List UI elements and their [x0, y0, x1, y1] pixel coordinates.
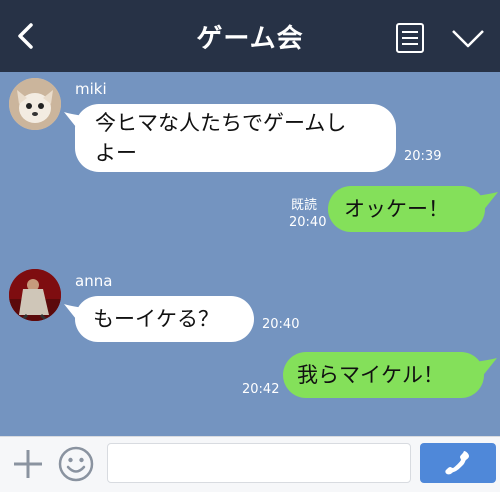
avatar-anna[interactable] [9, 269, 61, 321]
sender-name: miki [75, 80, 107, 98]
bubble-tail [475, 358, 497, 378]
message-input-bar [0, 436, 500, 492]
message-text: もーイケる？ [93, 307, 219, 331]
sender-name: anna [75, 272, 113, 290]
call-button[interactable] [420, 443, 496, 483]
chevron-down-icon[interactable] [450, 26, 486, 50]
message-bubble-outgoing[interactable]: オッケー！ [328, 186, 485, 232]
person-avatar-icon [9, 269, 61, 321]
message-list[interactable]: miki 今ヒマな人たちでゲームし よー 20:39 既読 20:40 オッケー… [0, 72, 500, 436]
message-bubble-incoming[interactable]: もーイケる？ [75, 296, 254, 342]
message-bubble-outgoing[interactable]: 我らマイケル！ [283, 352, 484, 398]
plus-icon[interactable] [12, 448, 44, 480]
bubble-tail [476, 192, 498, 212]
message-time: 20:42 [242, 382, 280, 397]
message-text: よー [95, 141, 137, 165]
message-time: 20:40 [262, 317, 300, 332]
message-text: 我らマイケル！ [297, 363, 444, 387]
message-time: 20:39 [404, 149, 442, 164]
menu-icon[interactable] [394, 22, 426, 54]
phone-icon [445, 451, 469, 475]
chat-header: ゲーム会 [0, 0, 500, 72]
message-bubble-incoming[interactable]: 今ヒマな人たちでゲームし よー [75, 104, 396, 172]
message-input[interactable] [107, 443, 411, 483]
dog-avatar-icon [9, 78, 61, 130]
read-receipt: 既読 [291, 198, 318, 213]
message-time: 20:40 [289, 215, 327, 230]
message-text: オッケー！ [344, 197, 449, 221]
emoji-icon[interactable] [58, 446, 94, 482]
avatar-miki[interactable] [9, 78, 61, 130]
message-text: 今ヒマな人たちでゲームし [95, 111, 347, 135]
